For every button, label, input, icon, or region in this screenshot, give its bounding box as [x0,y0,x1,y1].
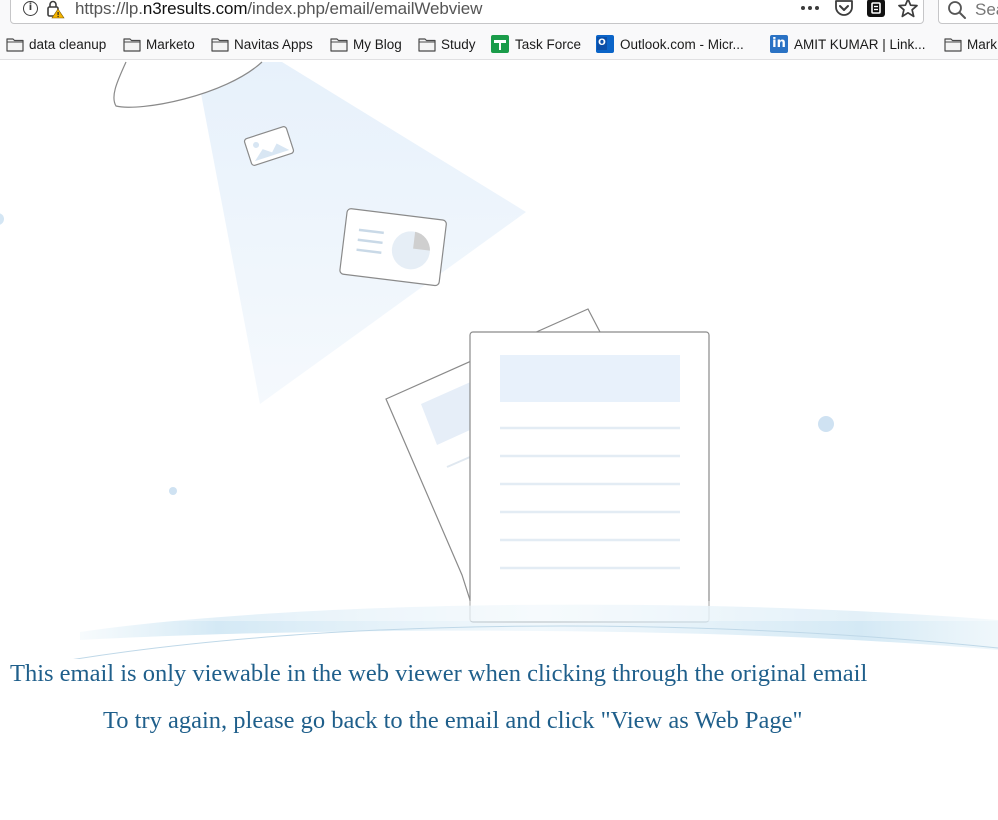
task-force-icon [491,35,509,53]
chart-card-icon [339,208,447,287]
insecure-lock-icon[interactable] [45,0,65,19]
search-field[interactable]: Sea [938,0,998,24]
bookmark-linkedin[interactable]: in AMIT KUMAR | Link... [770,34,926,54]
bookmark-task-force[interactable]: Task Force [491,34,581,54]
folder-icon [944,38,962,52]
webview-message-line-2: To try again, please go back to the emai… [103,707,803,734]
bookmark-label: Mark [967,36,997,52]
folder-icon [418,38,436,52]
url-prefix: https://lp. [75,0,143,18]
decor-dot [818,416,834,432]
bookmark-data-cleanup[interactable]: data cleanup [6,34,106,54]
front-document-icon [469,331,710,623]
bookmark-label: Marketo [146,36,195,52]
folder-icon [211,38,229,52]
bookmark-star-icon[interactable] [897,0,919,19]
bookmark-label: Study [441,36,476,52]
bookmark-outlook[interactable]: O Outlook.com - Micr... [596,34,744,54]
browser-toolbar: i https://lp.n3results.com/index.php/ema… [0,0,998,30]
folder-icon [6,38,24,52]
reader-extension-icon[interactable] [865,0,887,19]
empty-state-illustration [0,61,998,659]
more-actions-icon[interactable] [799,0,821,19]
pocket-icon[interactable] [833,0,855,19]
search-placeholder: Sea [975,0,998,19]
bookmark-label: AMIT KUMAR | Link... [794,36,926,52]
horizon-mask [0,601,998,621]
outlook-icon: O [596,35,614,53]
decor-dot [0,213,4,225]
linkedin-icon: in [770,35,788,53]
bookmark-mark[interactable]: Mark [944,34,997,54]
bookmarks-bar: data cleanup Marketo Navitas Apps My Blo… [0,30,998,60]
bookmark-label: Task Force [515,36,582,52]
bookmark-my-blog[interactable]: My Blog [330,34,402,54]
url-bar[interactable]: i https://lp.n3results.com/index.php/ema… [10,0,924,24]
decor-dot [169,487,177,495]
bookmark-marketo[interactable]: Marketo [123,34,195,54]
bookmark-navitas-apps[interactable]: Navitas Apps [211,34,313,54]
bookmark-label: data cleanup [29,36,107,52]
info-icon[interactable]: i [23,1,38,16]
bookmark-label: Navitas Apps [234,36,313,52]
bookmark-label: Outlook.com - Micr... [620,36,744,52]
url-host: n3results.com [142,0,248,18]
url-path: /index.php/email/emailWebview [247,0,483,18]
bookmark-label: My Blog [353,36,402,52]
webview-message-line-1: This email is only viewable in the web v… [10,660,868,687]
folder-icon [123,38,141,52]
bookmark-study[interactable]: Study [418,34,476,54]
url-text[interactable]: https://lp.n3results.com/index.php/email… [75,0,482,19]
search-icon [948,1,966,19]
folder-icon [330,38,348,52]
